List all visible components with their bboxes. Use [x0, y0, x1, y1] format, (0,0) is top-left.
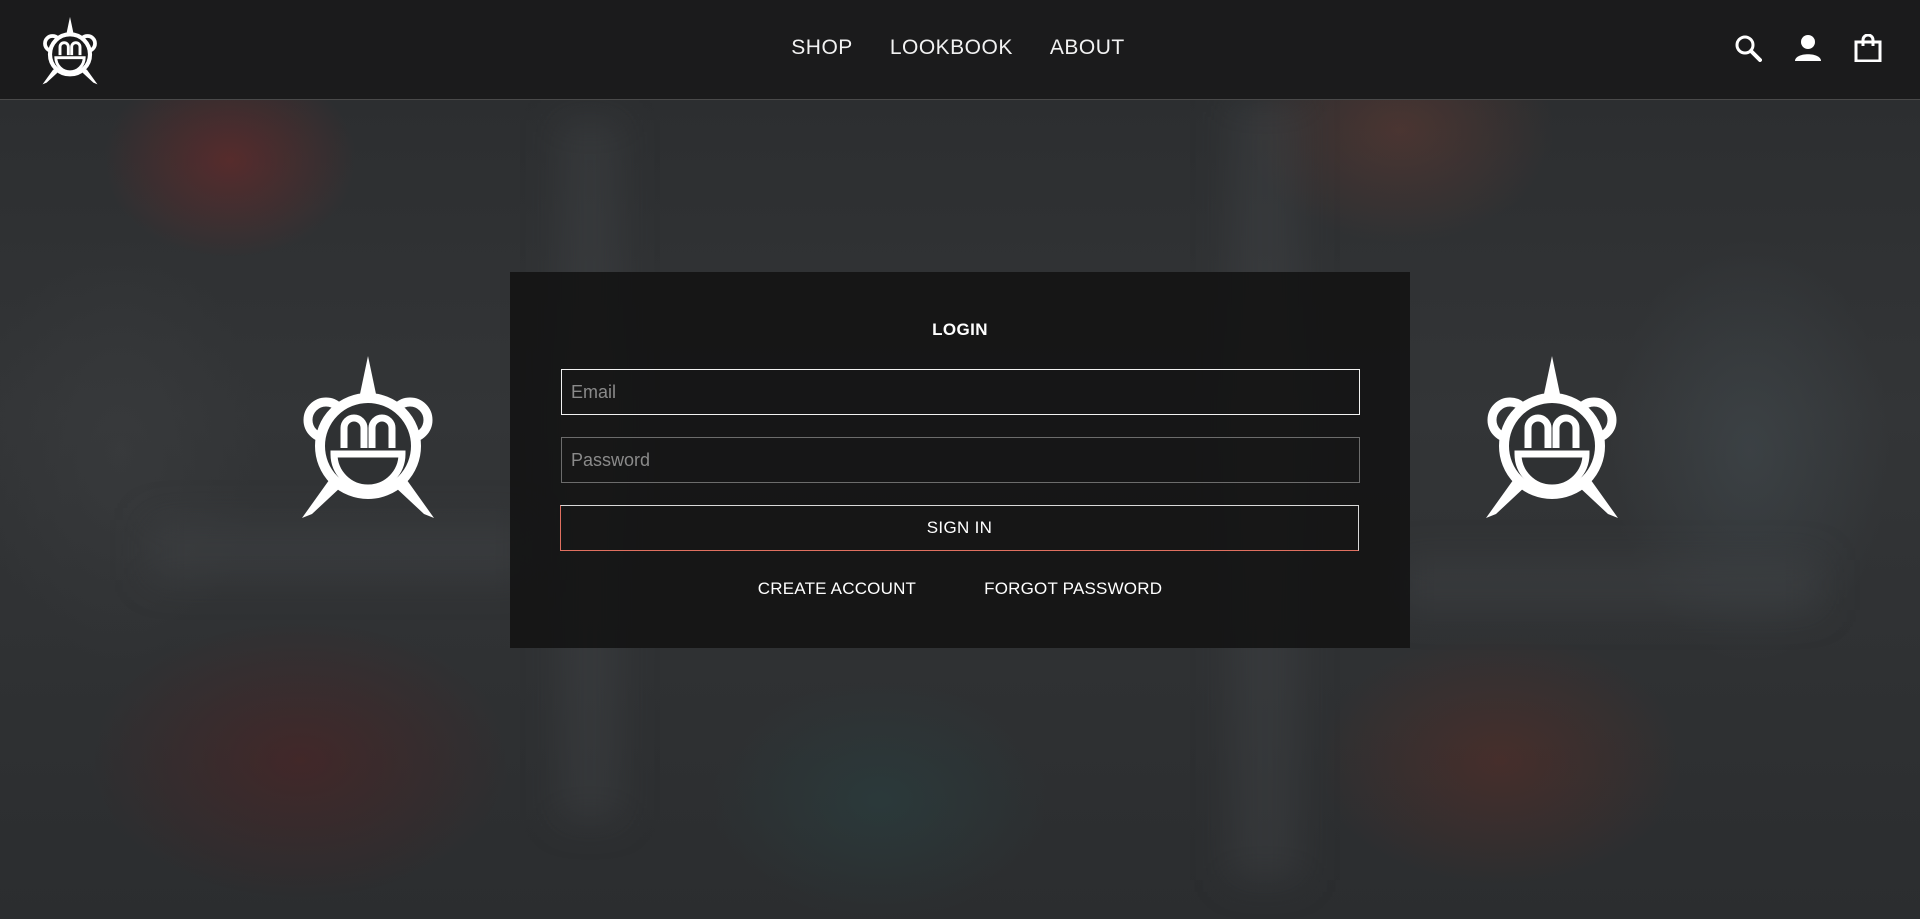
login-panel: LOGIN SIGN IN CREATE ACCOUNT FORGOT PASS…: [510, 272, 1410, 648]
create-account-link[interactable]: CREATE ACCOUNT: [758, 579, 916, 599]
nav-shop[interactable]: SHOP: [791, 36, 853, 60]
nav-lookbook[interactable]: LOOKBOOK: [890, 36, 1013, 60]
login-title: LOGIN: [932, 320, 988, 339]
header-actions: [1734, 34, 1882, 62]
email-field[interactable]: [561, 369, 1360, 415]
bear-star-emblem-icon: [1486, 356, 1618, 518]
login-links: CREATE ACCOUNT FORGOT PASSWORD: [510, 579, 1410, 599]
account-icon[interactable]: [1794, 34, 1822, 62]
sign-in-button[interactable]: SIGN IN: [560, 505, 1359, 551]
nav-about[interactable]: ABOUT: [1050, 36, 1125, 60]
shopping-bag-icon[interactable]: [1854, 34, 1882, 62]
main-nav: SHOP LOOKBOOK ABOUT: [0, 0, 1920, 96]
password-field[interactable]: [561, 437, 1360, 483]
forgot-password-link[interactable]: FORGOT PASSWORD: [984, 579, 1162, 599]
site-header: SHOP LOOKBOOK ABOUT: [0, 0, 1920, 100]
search-icon[interactable]: [1734, 34, 1762, 62]
bear-star-emblem-icon: [302, 356, 434, 518]
